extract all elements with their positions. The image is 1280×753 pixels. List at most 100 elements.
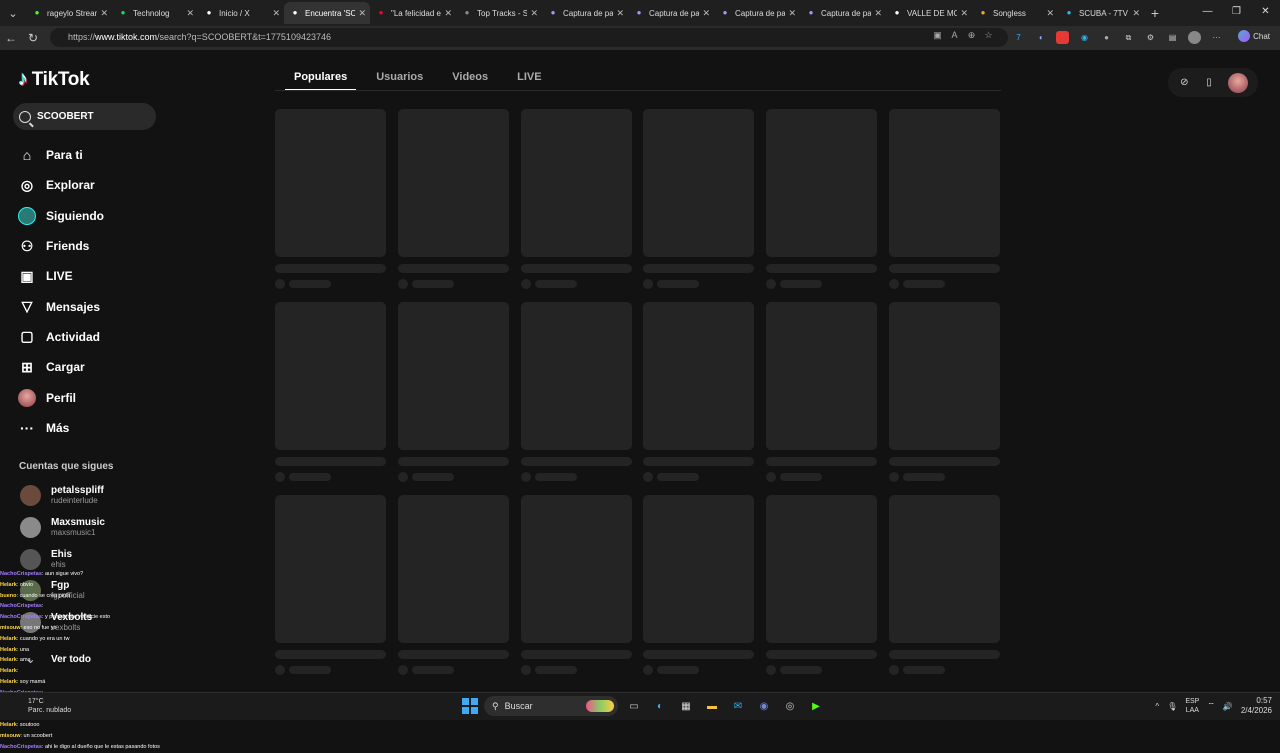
close-tab-icon[interactable]: ✕ — [1132, 8, 1140, 19]
device-icon[interactable]: ▯ — [1203, 77, 1215, 89]
sidebar-item-profile-avatar[interactable]: Perfil — [18, 382, 104, 412]
followed-account[interactable]: petalsspliff rudeinterlude — [20, 485, 104, 506]
video-card-skeleton[interactable] — [520, 495, 632, 680]
zoom-icon[interactable]: ⊕ — [966, 30, 977, 41]
kick-app-icon[interactable]: ▶ — [806, 696, 826, 716]
extensions-icon[interactable]: ⧉ — [1122, 31, 1135, 44]
video-card-skeleton[interactable] — [643, 109, 755, 294]
browser-tab[interactable]: ● Encuentra 'SCO✕ — [284, 2, 370, 24]
sidebar-item-upload[interactable]: ⊞ Cargar — [18, 352, 104, 382]
ublock-extension-icon[interactable] — [1056, 31, 1069, 44]
minimize-button[interactable]: — — [1193, 0, 1222, 26]
video-card-skeleton[interactable] — [397, 302, 509, 487]
tab-list-button[interactable]: ⌄ — [0, 0, 26, 26]
close-tab-icon[interactable]: ✕ — [960, 8, 968, 19]
close-tab-icon[interactable]: ✕ — [358, 8, 366, 19]
mic-icon[interactable]: 🎙 — [1167, 702, 1177, 711]
maximize-button[interactable]: ❐ — [1222, 0, 1251, 26]
video-card-skeleton[interactable] — [766, 495, 878, 680]
mail-icon[interactable]: ✉ — [728, 696, 748, 716]
sidebar-item-activity[interactable]: ▢ Actividad — [18, 322, 104, 352]
sidebar-item-messages[interactable]: ▽ Mensajes — [18, 291, 104, 321]
video-card-skeleton[interactable] — [275, 495, 386, 680]
close-tab-icon[interactable]: ✕ — [874, 8, 882, 19]
video-card-skeleton[interactable] — [888, 495, 1000, 680]
browser-tab[interactable]: ● "La felicidad es ✕ — [370, 2, 456, 24]
store-icon[interactable]: ▦ — [676, 696, 696, 716]
new-tab-button[interactable]: + — [1144, 5, 1166, 21]
cookie-extension-icon[interactable]: ● — [1100, 31, 1113, 44]
close-window-button[interactable]: ✕ — [1251, 0, 1280, 26]
browser-tab[interactable]: ● Captura de par ✕ — [628, 2, 714, 24]
reader-icon[interactable]: ▣ — [932, 30, 943, 41]
discord-icon[interactable]: ◉ — [754, 696, 774, 716]
wifi-icon[interactable]: ⌔ — [1207, 701, 1215, 711]
settings-extension-icon[interactable]: ⚙ — [1144, 31, 1157, 44]
favorite-icon[interactable]: ☆ — [983, 30, 994, 41]
video-card-skeleton[interactable] — [275, 109, 386, 294]
file-explorer-icon[interactable]: ▬ — [702, 696, 722, 716]
sidebar-item-friends[interactable]: ⚇ Friends — [18, 231, 104, 261]
browser-tab[interactable]: ● Captura de par ✕ — [714, 2, 800, 24]
close-tab-icon[interactable]: ✕ — [1046, 8, 1054, 19]
video-card-skeleton[interactable] — [888, 302, 1000, 487]
weather-widget[interactable]: 17°C Parc. nublado — [28, 697, 71, 715]
browser-tab[interactable]: ● Songless ✕ — [972, 2, 1058, 24]
edge-icon[interactable]: ◐ — [650, 696, 670, 716]
search-box[interactable] — [13, 103, 156, 130]
search-input[interactable] — [33, 111, 143, 122]
video-card-skeleton[interactable] — [520, 109, 632, 294]
tiktok-logo[interactable]: ♪ TikTok — [18, 68, 90, 91]
followed-account[interactable]: Ehis ehis — [20, 548, 72, 570]
close-tab-icon[interactable]: ✕ — [186, 8, 194, 19]
language-indicator[interactable]: ESP LAA — [1185, 697, 1199, 715]
steam-icon[interactable]: ◎ — [780, 696, 800, 716]
collections-icon[interactable]: ▤ — [1166, 31, 1179, 44]
video-card-skeleton[interactable] — [397, 495, 509, 680]
menu-dots-icon[interactable]: ··· — [1210, 31, 1223, 44]
profile-avatar[interactable] — [1227, 72, 1248, 93]
video-card-skeleton[interactable] — [766, 109, 878, 294]
close-tab-icon[interactable]: ✕ — [100, 8, 108, 19]
browser-tab[interactable]: ● Captura de par ✕ — [542, 2, 628, 24]
windows-start-icon[interactable] — [462, 698, 478, 714]
followed-account[interactable]: Maxsmusic maxsmusic1 — [20, 516, 105, 538]
tab-populares[interactable]: Populares — [285, 64, 357, 91]
close-tab-icon[interactable]: ✕ — [444, 8, 452, 19]
browser-tab[interactable]: ● rageylo Stream ✕ — [26, 2, 112, 24]
address-bar[interactable]: https://www.tiktok.com/search?q=SCOOBERT… — [50, 28, 1008, 47]
tray-chevron-icon[interactable]: ^ — [1155, 702, 1159, 711]
copilot-chat-button[interactable]: Chat — [1238, 30, 1270, 42]
video-card-skeleton[interactable] — [888, 109, 1000, 294]
vpn-extension-icon[interactable]: ◉ — [1078, 31, 1091, 44]
browser-tab[interactable]: ● Captura de par ✕ — [800, 2, 886, 24]
close-tab-icon[interactable]: ✕ — [788, 8, 796, 19]
sidebar-item-home[interactable]: ⌂ Para ti — [18, 140, 104, 170]
close-tab-icon[interactable]: ✕ — [272, 8, 280, 19]
tab-usuarios[interactable]: Usuarios — [367, 64, 432, 90]
close-tab-icon[interactable]: ✕ — [702, 8, 710, 19]
sidebar-item-compass[interactable]: ◎ Explorar — [18, 170, 104, 200]
close-tab-icon[interactable]: ✕ — [616, 8, 624, 19]
browser-tab[interactable]: ● SCUBA - 7TV ✕ — [1058, 2, 1144, 24]
video-card-skeleton[interactable] — [643, 495, 755, 680]
video-card-skeleton[interactable] — [520, 302, 632, 487]
sidebar-item-more[interactable]: ··· Más — [18, 413, 104, 443]
clock[interactable]: 0:57 2/4/2026 — [1241, 696, 1272, 716]
translate-icon[interactable]: A — [949, 30, 960, 41]
coin-icon[interactable]: ⊘ — [1178, 77, 1190, 89]
refresh-button[interactable]: ↻ — [22, 31, 44, 45]
taskbar-search[interactable]: ⚲ Buscar — [484, 696, 618, 716]
audio-extension-icon[interactable]: ◖ — [1034, 31, 1047, 44]
video-card-skeleton[interactable] — [275, 302, 386, 487]
browser-tab[interactable]: ● VALLE DE MON✕ — [886, 2, 972, 24]
volume-icon[interactable]: 🔊 — [1223, 702, 1233, 711]
video-card-skeleton[interactable] — [643, 302, 755, 487]
browser-profile-avatar[interactable] — [1188, 31, 1201, 44]
video-card-skeleton[interactable] — [766, 302, 878, 487]
tab-videos[interactable]: Videos — [443, 64, 497, 90]
browser-tab[interactable]: ● Technolog ✕ — [112, 2, 198, 24]
sidebar-item-following-avatar[interactable]: Siguiendo — [18, 201, 104, 231]
sidebar-item-live[interactable]: ▣ LIVE — [18, 261, 104, 291]
task-view-icon[interactable]: ▭ — [624, 696, 644, 716]
